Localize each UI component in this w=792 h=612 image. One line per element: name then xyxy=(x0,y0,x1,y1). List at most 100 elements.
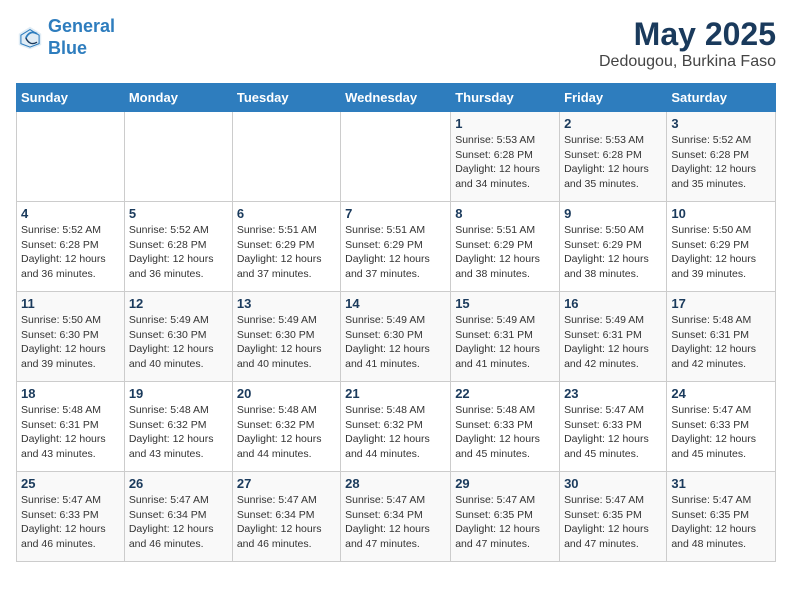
day-info: Sunrise: 5:53 AM Sunset: 6:28 PM Dayligh… xyxy=(564,133,662,192)
day-number: 10 xyxy=(671,206,771,221)
day-number: 18 xyxy=(21,386,120,401)
dow-header-monday: Monday xyxy=(124,84,232,112)
day-info: Sunrise: 5:48 AM Sunset: 6:31 PM Dayligh… xyxy=(21,403,120,462)
day-number: 21 xyxy=(345,386,446,401)
day-info: Sunrise: 5:51 AM Sunset: 6:29 PM Dayligh… xyxy=(345,223,446,282)
day-info: Sunrise: 5:48 AM Sunset: 6:32 PM Dayligh… xyxy=(237,403,336,462)
logo-line2: Blue xyxy=(48,38,87,58)
calendar-cell: 15 Sunrise: 5:49 AM Sunset: 6:31 PM Dayli… xyxy=(451,292,560,382)
day-number: 25 xyxy=(21,476,120,491)
dow-header-tuesday: Tuesday xyxy=(232,84,340,112)
day-info: Sunrise: 5:52 AM Sunset: 6:28 PM Dayligh… xyxy=(21,223,120,282)
calendar-cell: 19 Sunrise: 5:48 AM Sunset: 6:32 PM Dayli… xyxy=(124,382,232,472)
calendar-cell: 30 Sunrise: 5:47 AM Sunset: 6:35 PM Dayli… xyxy=(560,472,667,562)
calendar-cell: 13Sunrise: 5:49 AM Sunset: 6:30 PM Dayli… xyxy=(232,292,340,382)
day-number: 7 xyxy=(345,206,446,221)
calendar-cell: 31Sunrise: 5:47 AM Sunset: 6:35 PM Dayli… xyxy=(667,472,776,562)
day-info: Sunrise: 5:47 AM Sunset: 6:35 PM Dayligh… xyxy=(671,493,771,552)
day-number: 15 xyxy=(455,296,555,311)
calendar-cell xyxy=(17,112,125,202)
day-info: Sunrise: 5:48 AM Sunset: 6:33 PM Dayligh… xyxy=(455,403,555,462)
day-number: 12 xyxy=(129,296,228,311)
day-number: 17 xyxy=(671,296,771,311)
calendar-cell: 1Sunrise: 5:53 AM Sunset: 6:28 PM Daylig… xyxy=(451,112,560,202)
day-number: 26 xyxy=(129,476,228,491)
subtitle: Dedougou, Burkina Faso xyxy=(599,53,776,71)
calendar-week-1: 1 Sunrise: 5:53 AM Sunset: 6:28 PM Daylig… xyxy=(17,112,776,202)
calendar-table: SundayMondayTuesdayWednesdayThursdayFrid… xyxy=(16,83,776,562)
day-info: Sunrise: 5:47 AM Sunset: 6:33 PM Dayligh… xyxy=(564,403,662,462)
day-info: Sunrise: 5:47 AM Sunset: 6:34 PM Dayligh… xyxy=(345,493,446,552)
day-info: Sunrise: 5:50 AM Sunset: 6:30 PM Dayligh… xyxy=(21,313,120,372)
calendar-cell: 11Sunrise: 5:50 AM Sunset: 6:30 PM Dayli… xyxy=(17,292,125,382)
calendar-cell: 24 Sunrise: 5:47 AM Sunset: 6:33 PM Dayli… xyxy=(667,382,776,472)
logo-text: General Blue xyxy=(48,16,115,59)
day-of-week-header-row: SundayMondayTuesdayWednesdayThursdayFrid… xyxy=(17,84,776,112)
calendar-cell: 16 Sunrise: 5:49 AM Sunset: 6:31 PM Dayli… xyxy=(560,292,667,382)
calendar-cell: 8Sunrise: 5:51 AM Sunset: 6:29 PM Daylig… xyxy=(451,202,560,292)
day-number: 9 xyxy=(564,206,662,221)
day-number: 24 xyxy=(671,386,771,401)
page-header: General Blue May 2025 Dedougou, Burkina … xyxy=(16,16,776,71)
dow-header-sunday: Sunday xyxy=(17,84,125,112)
day-info: Sunrise: 5:48 AM Sunset: 6:32 PM Dayligh… xyxy=(129,403,228,462)
calendar-week-2: 4 Sunrise: 5:52 AM Sunset: 6:28 PM Daylig… xyxy=(17,202,776,292)
calendar-cell: 20Sunrise: 5:48 AM Sunset: 6:32 PM Dayli… xyxy=(232,382,340,472)
day-info: Sunrise: 5:48 AM Sunset: 6:32 PM Dayligh… xyxy=(345,403,446,462)
day-number: 29 xyxy=(455,476,555,491)
day-info: Sunrise: 5:47 AM Sunset: 6:35 PM Dayligh… xyxy=(564,493,662,552)
day-number: 5 xyxy=(129,206,228,221)
day-info: Sunrise: 5:51 AM Sunset: 6:29 PM Dayligh… xyxy=(455,223,555,282)
dow-header-friday: Friday xyxy=(560,84,667,112)
day-info: Sunrise: 5:52 AM Sunset: 6:28 PM Dayligh… xyxy=(129,223,228,282)
day-info: Sunrise: 5:51 AM Sunset: 6:29 PM Dayligh… xyxy=(237,223,336,282)
day-number: 4 xyxy=(21,206,120,221)
dow-header-thursday: Thursday xyxy=(451,84,560,112)
calendar-cell xyxy=(124,112,232,202)
day-number: 13 xyxy=(237,296,336,311)
calendar-body: 1 Sunrise: 5:53 AM Sunset: 6:28 PM Daylig… xyxy=(17,112,776,562)
day-info: Sunrise: 5:47 AM Sunset: 6:34 PM Dayligh… xyxy=(237,493,336,552)
day-info: Sunrise: 5:47 AM Sunset: 6:34 PM Dayligh… xyxy=(129,493,228,552)
calendar-cell: 29 Sunrise: 5:47 AM Sunset: 6:35 PM Dayli… xyxy=(451,472,560,562)
day-number: 22 xyxy=(455,386,555,401)
calendar-cell: 25Sunrise: 5:47 AM Sunset: 6:33 PM Dayli… xyxy=(17,472,125,562)
calendar-cell: 17 Sunrise: 5:48 AM Sunset: 6:31 PM Dayli… xyxy=(667,292,776,382)
day-info: Sunrise: 5:49 AM Sunset: 6:31 PM Dayligh… xyxy=(455,313,555,372)
day-number: 16 xyxy=(564,296,662,311)
day-info: Sunrise: 5:49 AM Sunset: 6:30 PM Dayligh… xyxy=(129,313,228,372)
day-info: Sunrise: 5:47 AM Sunset: 6:35 PM Dayligh… xyxy=(455,493,555,552)
calendar-cell: 23 Sunrise: 5:47 AM Sunset: 6:33 PM Dayli… xyxy=(560,382,667,472)
logo-line1: General xyxy=(48,16,115,36)
dow-header-saturday: Saturday xyxy=(667,84,776,112)
calendar-cell: 4 Sunrise: 5:52 AM Sunset: 6:28 PM Daylig… xyxy=(17,202,125,292)
day-number: 1 xyxy=(455,116,555,131)
logo-icon xyxy=(16,24,44,52)
day-info: Sunrise: 5:47 AM Sunset: 6:33 PM Dayligh… xyxy=(671,403,771,462)
day-info: Sunrise: 5:50 AM Sunset: 6:29 PM Dayligh… xyxy=(671,223,771,282)
day-number: 27 xyxy=(237,476,336,491)
main-title: May 2025 xyxy=(599,16,776,53)
day-info: Sunrise: 5:52 AM Sunset: 6:28 PM Dayligh… xyxy=(671,133,771,192)
day-number: 3 xyxy=(671,116,771,131)
calendar-cell xyxy=(232,112,340,202)
day-number: 14 xyxy=(345,296,446,311)
calendar-cell: 14Sunrise: 5:49 AM Sunset: 6:30 PM Dayli… xyxy=(341,292,451,382)
day-number: 23 xyxy=(564,386,662,401)
day-number: 19 xyxy=(129,386,228,401)
day-number: 30 xyxy=(564,476,662,491)
calendar-cell: 28 Sunrise: 5:47 AM Sunset: 6:34 PM Dayli… xyxy=(341,472,451,562)
calendar-cell: 12 Sunrise: 5:49 AM Sunset: 6:30 PM Dayli… xyxy=(124,292,232,382)
day-info: Sunrise: 5:50 AM Sunset: 6:29 PM Dayligh… xyxy=(564,223,662,282)
calendar-cell: 26 Sunrise: 5:47 AM Sunset: 6:34 PM Dayli… xyxy=(124,472,232,562)
day-number: 2 xyxy=(564,116,662,131)
day-info: Sunrise: 5:49 AM Sunset: 6:31 PM Dayligh… xyxy=(564,313,662,372)
day-info: Sunrise: 5:48 AM Sunset: 6:31 PM Dayligh… xyxy=(671,313,771,372)
day-number: 28 xyxy=(345,476,446,491)
day-number: 6 xyxy=(237,206,336,221)
dow-header-wednesday: Wednesday xyxy=(341,84,451,112)
title-block: May 2025 Dedougou, Burkina Faso xyxy=(599,16,776,71)
calendar-cell: 10 Sunrise: 5:50 AM Sunset: 6:29 PM Dayli… xyxy=(667,202,776,292)
calendar-cell xyxy=(341,112,451,202)
calendar-week-5: 25Sunrise: 5:47 AM Sunset: 6:33 PM Dayli… xyxy=(17,472,776,562)
